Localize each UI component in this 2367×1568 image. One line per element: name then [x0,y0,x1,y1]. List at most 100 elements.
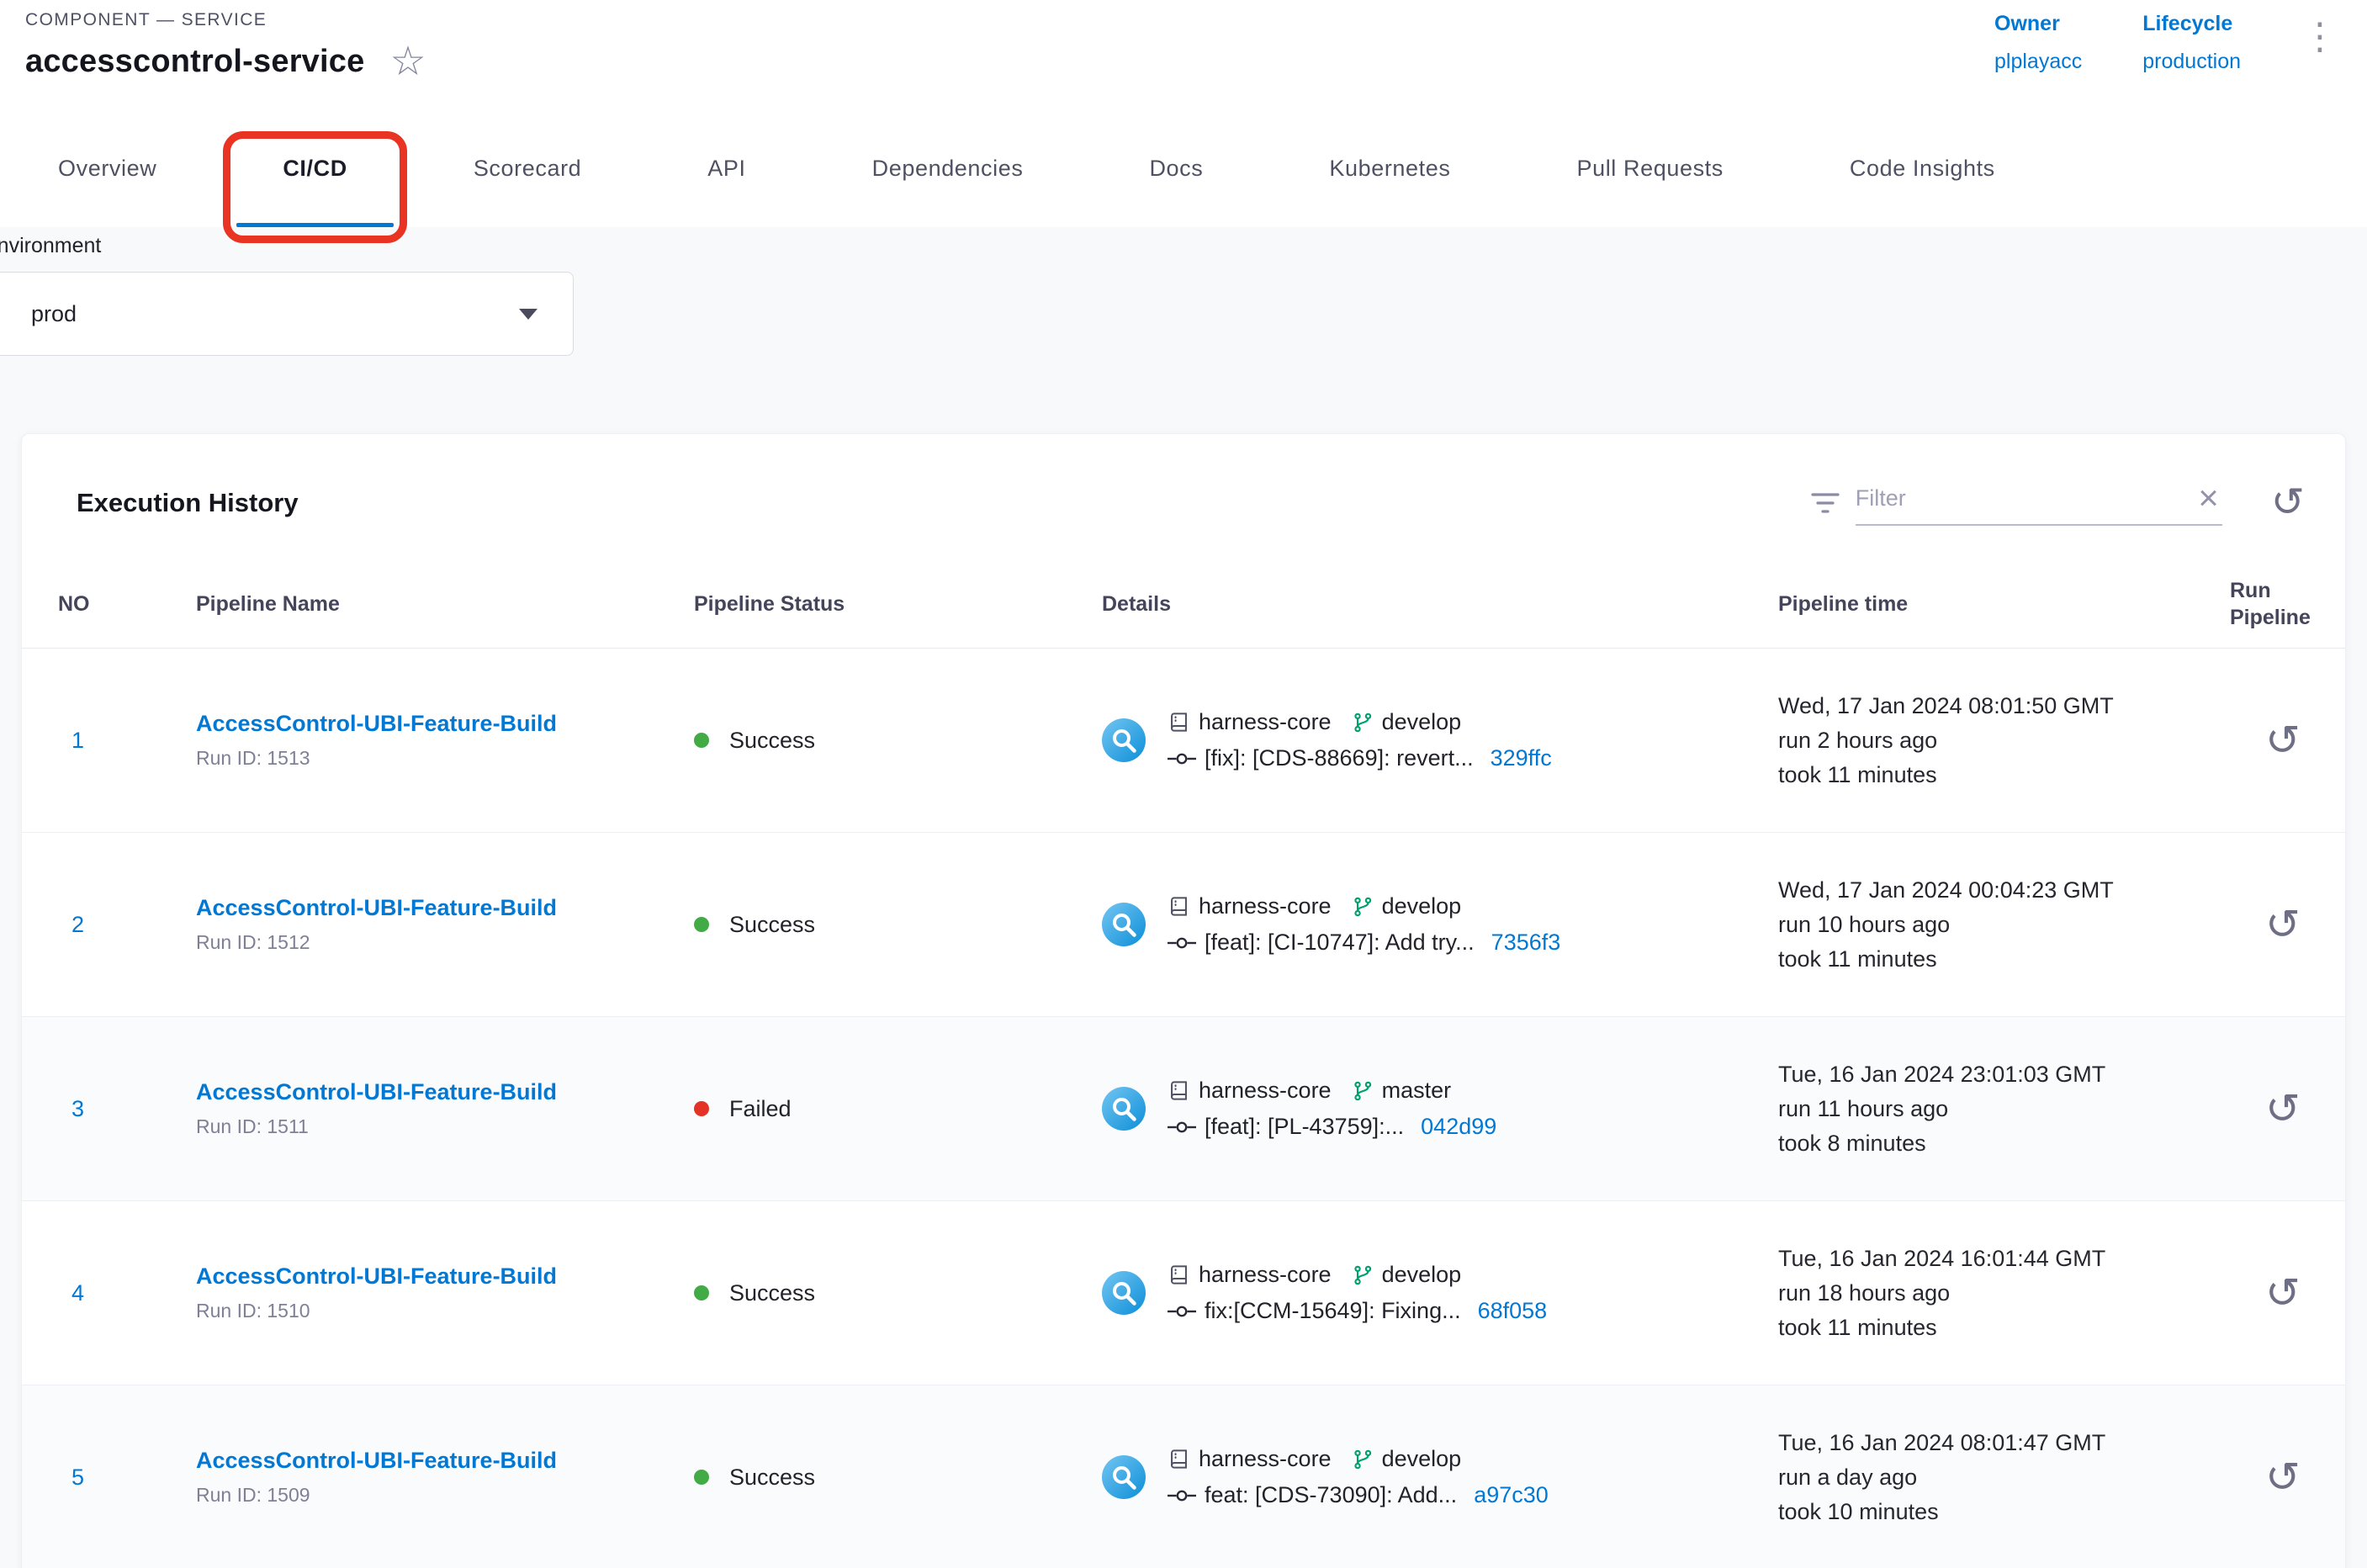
status-dot [694,917,709,932]
star-icon[interactable]: ☆ [389,42,426,82]
pipeline-status-cell: Success [694,912,1102,938]
tab-ci-cd[interactable]: CI/CD [236,109,394,227]
time-took: took 11 minutes [1778,758,2230,792]
filter-icon [1810,491,1840,515]
commit-hash-link[interactable]: a97c30 [1474,1482,1549,1508]
time-ran: run 2 hours ago [1778,723,2230,758]
table-row: 3 AccessControl-UBI-Feature-Build Run ID… [22,1017,2345,1201]
time-took: took 10 minutes [1778,1495,2230,1529]
tab-label: Code Insights [1850,156,1995,182]
time-ran: run a day ago [1778,1460,2230,1495]
status-dot [694,1101,709,1116]
git-branch-icon [1352,1449,1374,1470]
time-ran: run 18 hours ago [1778,1276,2230,1311]
pipeline-execution-icon [1102,1087,1146,1131]
content-area: Environment prod Execution History × ↺ N… [0,227,2367,1568]
run-pipeline-button[interactable]: ↺ [2265,901,2301,948]
pipeline-execution-icon [1102,718,1146,762]
time-date: Wed, 17 Jan 2024 08:01:50 GMT [1778,689,2230,723]
execution-history-card: Execution History × ↺ NOPipeline NamePip… [21,433,2346,1568]
status-dot [694,733,709,748]
repository-icon [1168,1079,1190,1102]
run-pipeline-button[interactable]: ↺ [2265,1085,2301,1132]
commit-hash-link[interactable]: 329ffc [1491,745,1552,771]
table-row: 5 AccessControl-UBI-Feature-Build Run ID… [22,1385,2345,1568]
tab-label: Docs [1149,156,1203,182]
lifecycle-label: Lifecycle [2142,12,2241,36]
git-commit-icon [1168,1304,1196,1319]
pipeline-name-link[interactable]: AccessControl-UBI-Feature-Build [196,895,694,921]
row-number: 5 [58,1465,196,1491]
time-took: took 11 minutes [1778,1311,2230,1345]
tab-dependencies[interactable]: Dependencies [826,109,1070,227]
environment-select[interactable]: prod [0,272,574,356]
repository-icon [1168,711,1190,734]
time-took: took 8 minutes [1778,1126,2230,1161]
pipeline-time-cell: Wed, 17 Jan 2024 00:04:23 GMT run 10 hou… [1778,873,2230,977]
commit-hash-link[interactable]: 7356f3 [1491,930,1561,956]
run-pipeline-button[interactable]: ↺ [2265,1454,2301,1501]
tab-code-insights[interactable]: Code Insights [1803,109,2041,227]
tab-api[interactable]: API [661,109,792,227]
run-pipeline-button[interactable]: ↺ [2265,717,2301,764]
branch-name: develop [1382,709,1462,735]
commit-message: [fix]: [CDS-88669]: revert... [1205,745,1474,771]
table-header-row: NOPipeline NamePipeline StatusDetailsPip… [22,560,2345,649]
tab-kubernetes[interactable]: Kubernetes [1283,109,1496,227]
kebab-menu-icon[interactable]: ⋮ [2301,19,2338,56]
git-branch-icon [1352,1080,1374,1102]
pipeline-time-cell: Tue, 16 Jan 2024 16:01:44 GMT run 18 hou… [1778,1242,2230,1345]
row-number: 4 [58,1280,196,1306]
repo-name: harness-core [1199,1262,1332,1288]
tab-scorecard[interactable]: Scorecard [427,109,627,227]
commit-message: [feat]: [PL-43759]:... [1205,1114,1404,1140]
repo-name: harness-core [1199,1078,1332,1104]
lifecycle-block: Lifecycle production [2142,12,2241,74]
tab-label: Dependencies [872,156,1024,182]
environment-value: prod [31,301,77,327]
pipeline-time-cell: Tue, 16 Jan 2024 08:01:47 GMT run a day … [1778,1426,2230,1529]
lifecycle-link[interactable]: production [2142,50,2241,74]
pipeline-status-cell: Failed [694,1096,1102,1122]
tab-bar: Overview CI/CD Scorecard API Dependencies Doc… [0,109,2367,227]
owner-link[interactable]: plplayacc [1994,50,2082,74]
commit-message: feat: [CDS-73090]: Add... [1205,1482,1457,1508]
chevron-down-icon [519,309,537,320]
pipeline-name-link[interactable]: AccessControl-UBI-Feature-Build [196,711,694,737]
repository-icon [1168,895,1190,918]
time-took: took 11 minutes [1778,942,2230,977]
git-commit-icon [1168,1120,1196,1135]
status-label: Success [729,912,815,938]
details-cell: harness-core master [feat]: [1102,1078,1778,1140]
details-cell: harness-core develop feat: [1102,1446,1778,1508]
table-row: 1 AccessControl-UBI-Feature-Build Run ID… [22,649,2345,833]
tab-pull-requests[interactable]: Pull Requests [1530,109,1769,227]
pipeline-name-link[interactable]: AccessControl-UBI-Feature-Build [196,1079,694,1105]
tab-overview[interactable]: Overview [12,109,203,227]
commit-hash-link[interactable]: 042d99 [1421,1114,1496,1140]
status-label: Success [729,1280,815,1306]
tab-label: Overview [58,156,156,182]
column-header: Pipeline time [1778,591,2230,617]
git-commit-icon [1168,1488,1196,1503]
run-pipeline-button[interactable]: ↺ [2265,1269,2301,1316]
table-row: 4 AccessControl-UBI-Feature-Build Run ID… [22,1201,2345,1385]
status-label: Success [729,728,815,754]
pipeline-name-link[interactable]: AccessControl-UBI-Feature-Build [196,1448,694,1474]
refresh-icon[interactable]: ↺ [2271,483,2305,523]
filter-input[interactable] [1856,485,2195,511]
tab-label: API [707,156,745,182]
git-branch-icon [1352,712,1374,734]
tab-label: Pull Requests [1576,156,1723,182]
section-title: Execution History [58,488,299,518]
commit-hash-link[interactable]: 68f058 [1478,1298,1548,1324]
pipeline-name-link[interactable]: AccessControl-UBI-Feature-Build [196,1263,694,1290]
repo-name: harness-core [1199,893,1332,919]
page-header: COMPONENT — SERVICE accesscontrol-servic… [0,0,2367,109]
pipeline-execution-icon [1102,1271,1146,1315]
time-date: Tue, 16 Jan 2024 23:01:03 GMT [1778,1057,2230,1092]
tab-docs[interactable]: Docs [1103,109,1249,227]
row-number: 3 [58,1096,196,1122]
clear-filter-icon[interactable]: × [2195,480,2222,516]
git-commit-icon [1168,751,1196,766]
